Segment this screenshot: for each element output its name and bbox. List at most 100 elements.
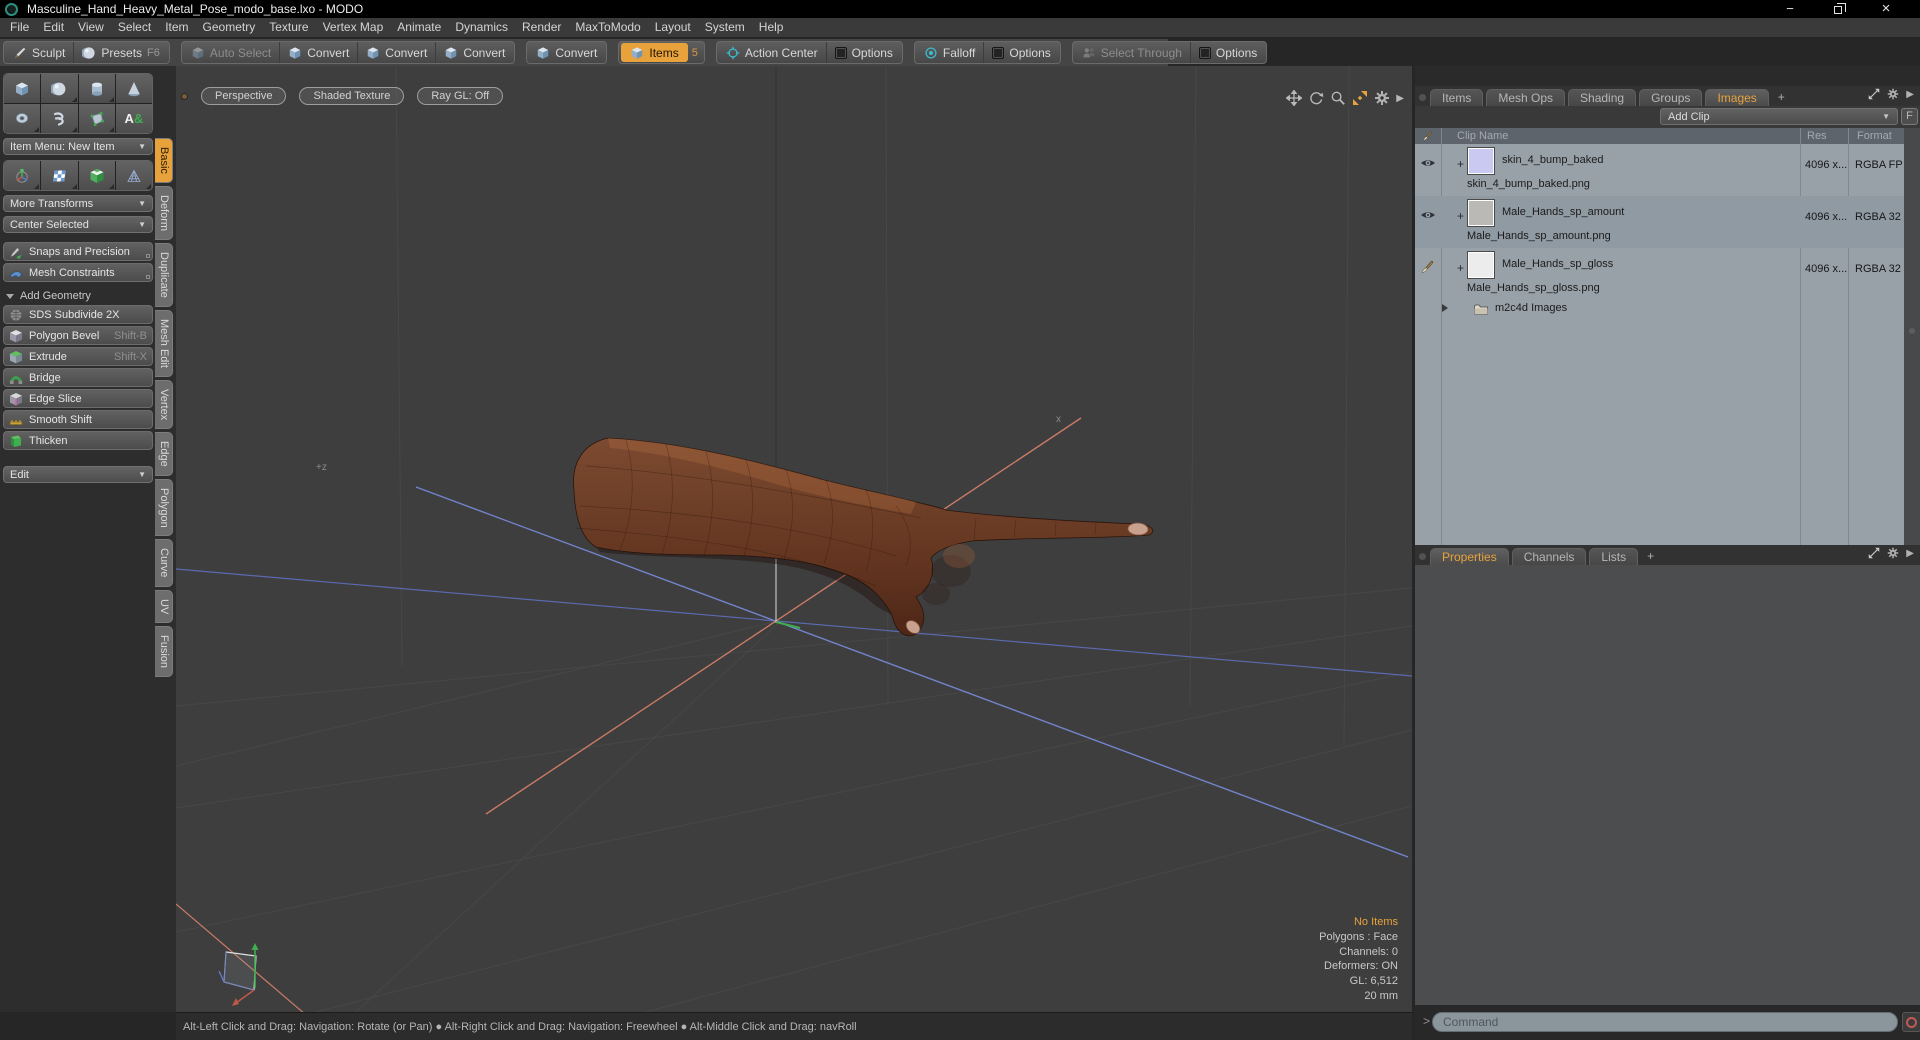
clip-row-skin-4-bump-baked[interactable]: + skin_4_bump_baked skin_4_bump_baked.pn… [1415,144,1904,196]
new-tab-button[interactable]: + [1641,549,1660,563]
expand-plus-icon[interactable]: + [1457,261,1464,275]
clip-row-male-hands-sp-amount[interactable]: + Male_Hands_sp_amount Male_Hands_sp_amo… [1415,196,1904,248]
rotate-icon[interactable] [1308,90,1325,106]
folder-row-m2c4d-images[interactable]: m2c4d Images [1415,300,1904,318]
sphere-tool[interactable] [41,74,78,103]
expand-arrow-icon[interactable] [1442,304,1448,312]
column-format[interactable]: Format [1857,130,1892,142]
menu-geometry[interactable]: Geometry [196,18,263,38]
expand-arrow-icon[interactable]: ▶ [1906,89,1914,100]
snaps-precision-button[interactable]: Snaps and Precision [3,242,153,261]
viewport-menu-dot-icon[interactable] [181,92,188,100]
minimize-button[interactable]: − [1766,0,1814,18]
convert-edge-button[interactable]: Convert [357,42,435,63]
restore-button[interactable] [1814,0,1862,18]
tab-groups[interactable]: Groups [1639,89,1703,106]
tab-basic[interactable]: Basic [155,138,173,183]
expand-arrow-icon[interactable]: ▶ [1396,93,1404,104]
menu-layout[interactable]: Layout [648,18,698,38]
filter-button[interactable]: F [1901,108,1918,125]
menu-edit[interactable]: Edit [36,18,71,38]
expand-plus-icon[interactable]: + [1457,209,1464,223]
convert-material-button[interactable]: Convert [528,42,605,63]
clip-thumbnail[interactable] [1467,147,1495,175]
convert-vertex-button[interactable]: Convert [279,42,357,63]
clip-name[interactable]: Male_Hands_sp_amount [1502,206,1624,218]
select-through-options-button[interactable]: Options [1189,42,1265,63]
tool-bridge[interactable]: Bridge [3,368,153,387]
panel-dot-icon[interactable] [1419,553,1426,560]
tool-smooth-shift[interactable]: Smooth Shift [3,410,153,429]
tab-uv[interactable]: UV [155,589,173,624]
pan-icon[interactable] [1286,90,1303,106]
expand-plus-icon[interactable]: + [1457,157,1464,171]
cube-tool[interactable] [4,74,41,103]
tab-duplicate[interactable]: Duplicate [155,242,173,307]
tab-curve[interactable]: Curve [155,539,173,587]
eye-visible-icon[interactable] [1420,207,1436,223]
action-center-button[interactable]: Action Center [718,42,826,63]
command-input[interactable] [1432,1012,1898,1032]
tab-shading[interactable]: Shading [1568,89,1637,106]
close-button[interactable]: × [1862,0,1910,18]
tab-vertex[interactable]: Vertex [155,379,173,429]
sculpt-button[interactable]: Sculpt [5,42,73,63]
torus-tool[interactable] [4,104,41,133]
folder-name[interactable]: m2c4d Images [1495,302,1567,314]
tool-sds-subdivide[interactable]: SDS Subdivide 2X [3,305,153,324]
macro-record-button[interactable] [1902,1012,1920,1032]
gear-icon[interactable] [1887,88,1899,100]
3d-viewport[interactable]: Perspective Shaded Texture Ray GL: Off ▶… [176,66,1412,1012]
mesh-plane-tool[interactable] [115,161,152,190]
tab-properties[interactable]: Properties [1430,548,1509,565]
eye-visible-icon[interactable] [1420,155,1436,171]
tab-lists[interactable]: Lists [1589,548,1639,565]
clip-thumbnail[interactable] [1467,199,1495,227]
transform-gizmo-tool[interactable] [4,161,41,190]
auto-select-button[interactable]: Auto Select [183,42,279,63]
column-clip-name[interactable]: Clip Name [1457,130,1508,142]
menu-view[interactable]: View [71,18,111,38]
new-tab-button[interactable]: + [1772,90,1791,104]
mesh-constraints-button[interactable]: Mesh Constraints [3,263,153,282]
view-mode-button[interactable]: Perspective [201,87,287,105]
item-menu-dropdown[interactable]: Item Menu: New Item ▼ [3,138,153,155]
menu-item[interactable]: Item [158,18,195,38]
shading-mode-button[interactable]: Shaded Texture [299,87,405,105]
clip-name[interactable]: skin_4_bump_baked [1502,154,1604,166]
uv-project-tool[interactable] [41,161,78,190]
maximize-panel-icon[interactable] [1868,547,1881,559]
items-mode-button[interactable]: Items [621,43,688,62]
menu-render[interactable]: Render [515,18,568,38]
scrollbar[interactable] [1904,128,1920,545]
tab-deform[interactable]: Deform [155,185,173,240]
tab-mesh-ops[interactable]: Mesh Ops [1486,89,1566,106]
action-center-options-button[interactable]: Options [825,42,901,63]
menu-animate[interactable]: Animate [390,18,448,38]
panel-dot-icon[interactable] [1419,94,1426,101]
cone-tool[interactable] [115,74,152,103]
center-selected-dropdown[interactable]: Center Selected ▼ [3,216,153,233]
pen-polygon-tool[interactable] [78,104,115,133]
falloff-options-button[interactable]: Options [983,42,1058,63]
more-transforms-dropdown[interactable]: More Transforms ▼ [3,195,153,212]
text-tool[interactable]: A& [115,104,152,133]
tool-extrude[interactable]: Extrude Shift-X [3,347,153,366]
convert-polygon-button[interactable]: Convert [435,42,513,63]
tab-fusion[interactable]: Fusion [155,626,173,678]
add-clip-dropdown[interactable]: Add Clip ▼ [1660,108,1898,125]
maximize-viewport-icon[interactable] [1352,90,1368,106]
gear-icon[interactable] [1887,547,1899,559]
falloff-button[interactable]: Falloff [916,42,983,63]
tool-edge-slice[interactable]: Edge Slice [3,389,153,408]
tool-polygon-bevel[interactable]: Polygon Bevel Shift-B [3,326,153,345]
column-res[interactable]: Res [1807,130,1827,142]
brush-paint-icon[interactable] [1420,259,1436,275]
clip-row-male-hands-sp-gloss[interactable]: + Male_Hands_sp_gloss Male_Hands_sp_glos… [1415,248,1904,300]
menu-texture[interactable]: Texture [262,18,315,38]
tab-edge[interactable]: Edge [155,431,173,476]
spiral-tool[interactable] [41,104,78,133]
tab-images[interactable]: Images [1705,89,1769,106]
raygl-button[interactable]: Ray GL: Off [417,87,504,105]
tab-items[interactable]: Items [1430,89,1484,106]
